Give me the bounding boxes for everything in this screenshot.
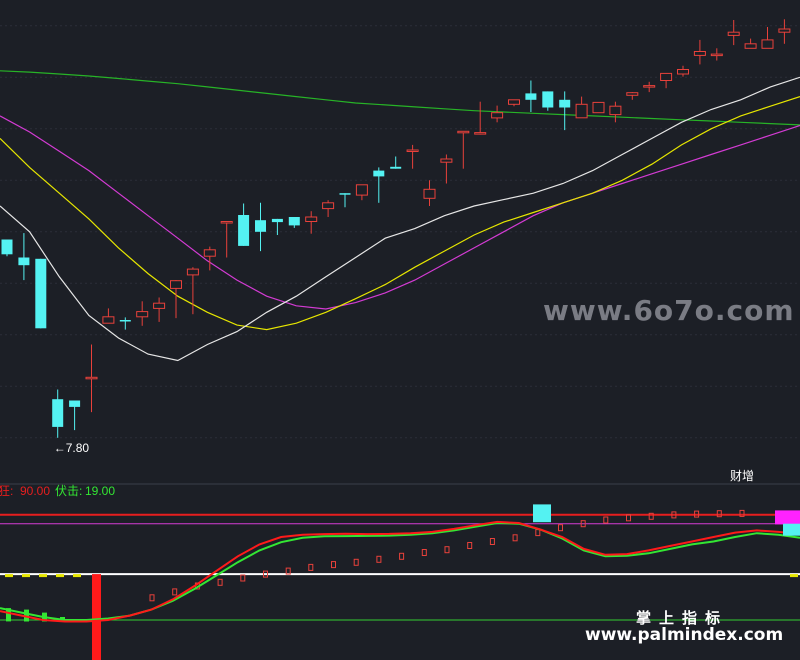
candle-body-up <box>136 311 149 318</box>
candle-body-down <box>238 215 250 246</box>
candle-body-up <box>778 28 791 33</box>
candle-body-up <box>660 72 673 82</box>
step-marker <box>421 549 427 556</box>
legend-fuji-label: 伏击: <box>55 484 82 498</box>
stock-chart-svg: ←7.80 财增 狂: 90.00 伏击: 19.00 www.6o7o.com… <box>0 19 800 660</box>
candle-body-down <box>373 170 385 177</box>
candle-body-up <box>220 221 233 224</box>
step-marker <box>331 561 336 569</box>
step-marker <box>240 574 246 582</box>
watermark: www.6o7o.com 掌上指标 www.palmindex.com <box>543 294 795 645</box>
step-marker <box>467 542 473 549</box>
candle-body-up <box>626 92 639 96</box>
candle-body-up <box>592 101 605 114</box>
candle-body-up <box>457 130 470 134</box>
candle-body-up <box>170 280 182 289</box>
indicator-legend: 狂: 90.00 伏击: 19.00 <box>0 484 115 498</box>
step-marker <box>558 524 563 532</box>
candle-body-up <box>677 69 689 75</box>
candle-body-up <box>727 31 740 36</box>
candle-body-up <box>102 316 115 324</box>
cyan-signal-tag <box>533 504 551 523</box>
step-marker <box>489 538 495 545</box>
oscillator-slow-line <box>0 521 800 621</box>
ma-magenta-line <box>0 115 800 310</box>
low-price-annotation: ←7.80 <box>54 441 90 455</box>
candle-body-up <box>423 188 436 199</box>
candle-body-down <box>390 166 402 169</box>
candle-body-down <box>542 91 554 108</box>
candle-body-up <box>693 51 706 56</box>
candle-body-up <box>575 103 588 119</box>
mid-level-tick <box>73 574 81 578</box>
candle-body-up <box>744 43 757 49</box>
step-marker <box>308 563 314 571</box>
step-marker <box>399 552 405 560</box>
event-marker-label: 财增 <box>730 469 754 483</box>
candle-body-up <box>643 85 656 88</box>
mid-level-tick <box>56 574 64 578</box>
step-marker <box>172 588 178 596</box>
legend-fuji-value: 19.00 <box>85 484 115 498</box>
step-marker <box>603 516 609 524</box>
magenta-signal-tag <box>775 510 800 525</box>
candle-body-up <box>186 268 199 276</box>
step-marker <box>535 529 541 537</box>
candle-body-up <box>710 53 723 57</box>
step-marker <box>376 555 382 563</box>
watermark-site-large: www.6o7o.com <box>543 294 795 327</box>
step-marker <box>512 534 518 542</box>
candle-body-up <box>153 302 166 309</box>
candle-body-up <box>440 158 453 163</box>
candle-body-down <box>18 257 30 266</box>
candle-body-up <box>474 132 487 135</box>
step-marker <box>353 558 359 566</box>
candle-body-down <box>52 399 64 427</box>
candle-body-up <box>203 249 216 257</box>
candle-body-up <box>761 39 774 49</box>
cyan-edge-tag <box>783 523 800 536</box>
candle-body-up <box>305 216 318 222</box>
red-signal-bar <box>92 574 101 660</box>
legend-kuang-label: 狂: <box>0 484 13 498</box>
candle-body-up <box>609 105 622 116</box>
candle-body-up <box>322 202 335 210</box>
candle-body-up <box>85 376 98 380</box>
step-marker <box>149 594 155 602</box>
candle-body-up <box>491 112 504 119</box>
mid-level-tick <box>22 574 30 578</box>
candlestick-series <box>1 19 791 438</box>
step-marker <box>444 546 450 554</box>
candle-body-up <box>406 149 419 152</box>
chart-stage: ←7.80 财增 狂: 90.00 伏击: 19.00 www.6o7o.com… <box>0 0 800 660</box>
candle-body-down <box>339 193 351 195</box>
mid-level-tick <box>5 574 13 578</box>
watermark-site-small: www.palmindex.com <box>585 625 783 645</box>
candle-body-down <box>35 258 47 329</box>
candle-body-down <box>1 239 13 255</box>
candle-body-down <box>255 220 266 232</box>
mid-level-tick <box>39 574 47 578</box>
oscillator-fast-line <box>0 520 800 623</box>
price-grid <box>0 25 800 439</box>
candle-body-down <box>69 400 81 407</box>
candle-body-down <box>525 93 537 100</box>
step-marker <box>217 578 223 586</box>
candle-body-up <box>355 184 368 196</box>
candle-body-down <box>271 218 283 223</box>
legend-kuang-value: 90.00 <box>20 484 50 498</box>
mid-level-tick <box>790 574 798 578</box>
candle-body-up <box>508 99 520 105</box>
candle-body-down <box>119 320 131 322</box>
candle-body-down <box>559 99 571 108</box>
ma-green-line <box>0 70 800 126</box>
candle-body-down <box>288 217 300 226</box>
